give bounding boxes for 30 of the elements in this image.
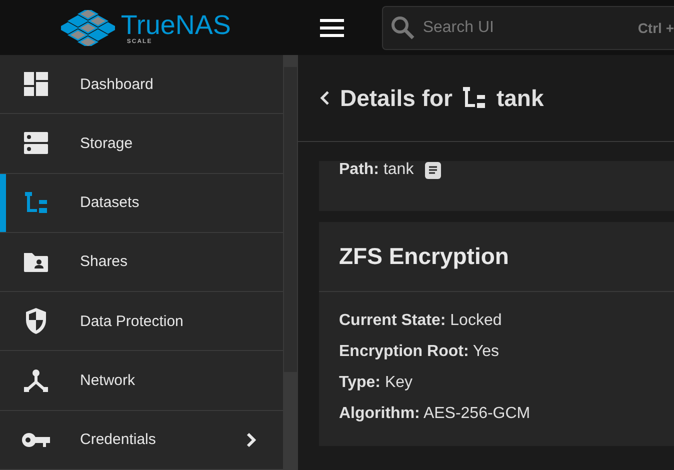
sidebar-item[interactable]: Storage bbox=[0, 114, 283, 174]
dashboard-icon bbox=[24, 72, 48, 96]
shield-icon bbox=[24, 307, 48, 336]
detail-field: Type: Key bbox=[339, 374, 654, 392]
shortcut-hint: Ctrl + bbox=[638, 20, 674, 36]
page-title: Details for bbox=[340, 84, 452, 112]
detail-field: Encryption Root: Yes bbox=[339, 343, 654, 361]
search-bar[interactable]: Search UI Ctrl + bbox=[382, 6, 674, 50]
key-icon bbox=[22, 432, 50, 448]
path-field: Path: tank bbox=[339, 161, 414, 179]
sidebar-item[interactable]: Shares bbox=[0, 232, 283, 292]
server-icon bbox=[24, 131, 48, 156]
tree-icon bbox=[462, 86, 486, 110]
clipboard-icon[interactable] bbox=[424, 161, 442, 179]
card-title: ZFS Encryption bbox=[339, 243, 509, 270]
logo-icon bbox=[60, 10, 115, 46]
sidebar-item[interactable]: Data Protection bbox=[0, 292, 283, 352]
dataset-name: tank bbox=[496, 84, 544, 112]
sidebar-item[interactable]: Credentials bbox=[0, 410, 283, 470]
search-field[interactable]: Search UI bbox=[420, 18, 632, 38]
scrollbar[interactable] bbox=[283, 55, 298, 470]
logo-wordmark: TrueNAS bbox=[120, 10, 231, 38]
back-button[interactable] bbox=[320, 90, 330, 106]
network-icon bbox=[24, 368, 48, 393]
search-icon bbox=[390, 16, 415, 40]
sidebar-item[interactable]: Datasets bbox=[0, 174, 283, 233]
sidebar-item[interactable]: Dashboard bbox=[0, 55, 283, 114]
detail-field: Algorithm: AES-256-GCM bbox=[339, 405, 654, 423]
tree-icon bbox=[24, 190, 48, 215]
detail-field: Current State: Locked bbox=[339, 312, 654, 330]
